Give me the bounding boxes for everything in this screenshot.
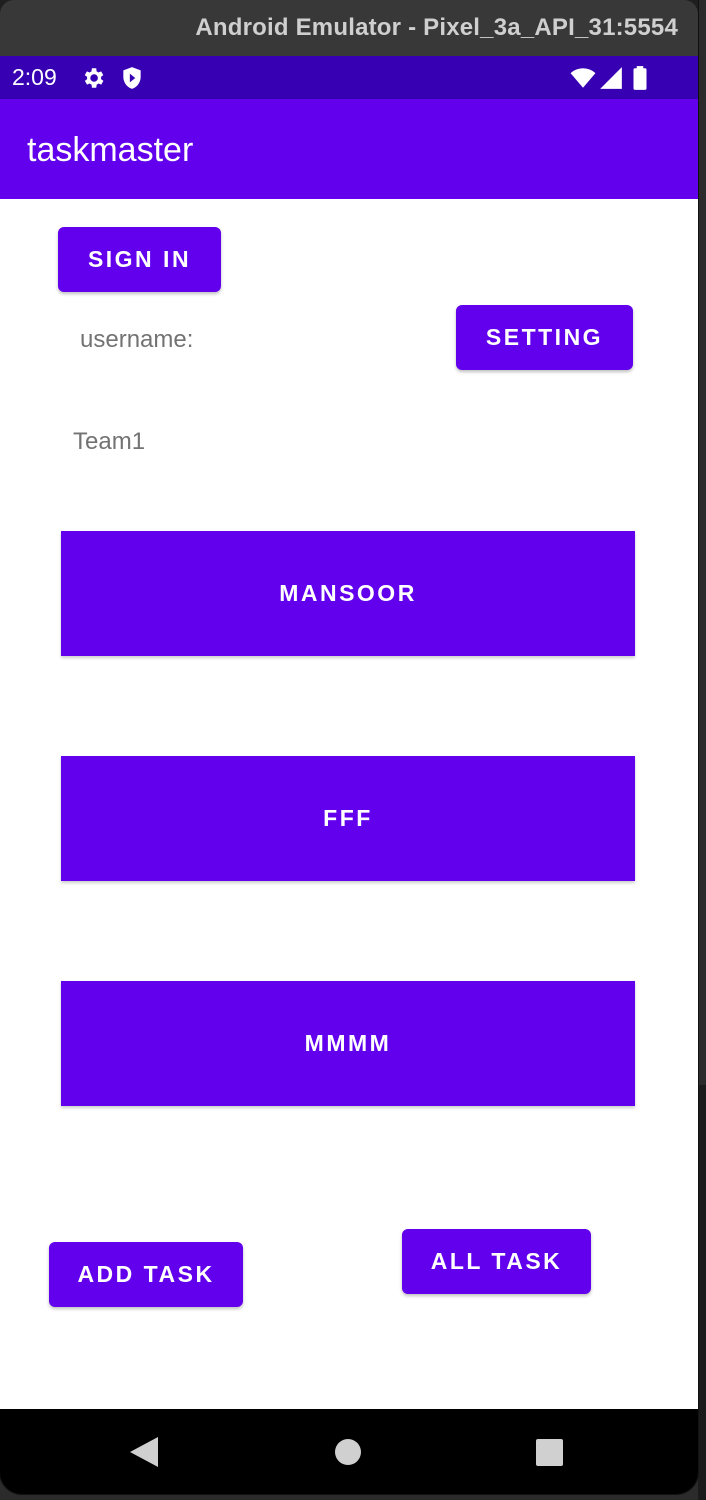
settings-icon <box>84 68 104 88</box>
sign-in-button[interactable]: SIGN IN <box>58 227 221 292</box>
task-button-mansoor[interactable]: MANSOOR <box>61 531 635 656</box>
add-task-button[interactable]: ADD TASK <box>49 1242 243 1307</box>
status-bar: 2:09 <box>0 56 698 99</box>
task-button-fff[interactable]: FFF <box>61 756 635 881</box>
shield-icon <box>123 67 141 89</box>
emulator-side-panel <box>698 1085 706 1500</box>
app-bar: taskmaster <box>0 99 698 199</box>
team-label: Team1 <box>73 428 146 455</box>
recents-icon[interactable] <box>536 1439 563 1466</box>
signal-icon <box>600 67 622 89</box>
window-title: Android Emulator - Pixel_3a_API_31:5554 <box>195 14 678 41</box>
app-title: taskmaster <box>27 131 194 169</box>
status-time: 2:09 <box>12 64 57 90</box>
wifi-icon <box>570 68 596 88</box>
all-task-button[interactable]: ALL TASK <box>402 1229 591 1294</box>
emulator-title-bar: Android Emulator - Pixel_3a_API_31:5554 <box>0 0 698 56</box>
main-content: SIGN IN username: SETTING Team1 MANSOOR … <box>0 199 698 1409</box>
setting-button[interactable]: SETTING <box>456 305 633 370</box>
username-label: username: <box>80 326 194 353</box>
emulator-window: Android Emulator - Pixel_3a_API_31:5554 … <box>0 0 698 1494</box>
home-icon[interactable] <box>334 1438 362 1466</box>
navigation-bar <box>0 1409 698 1494</box>
battery-icon <box>633 66 647 90</box>
task-button-mmmm[interactable]: MMMM <box>61 981 635 1106</box>
back-icon[interactable] <box>130 1437 158 1467</box>
